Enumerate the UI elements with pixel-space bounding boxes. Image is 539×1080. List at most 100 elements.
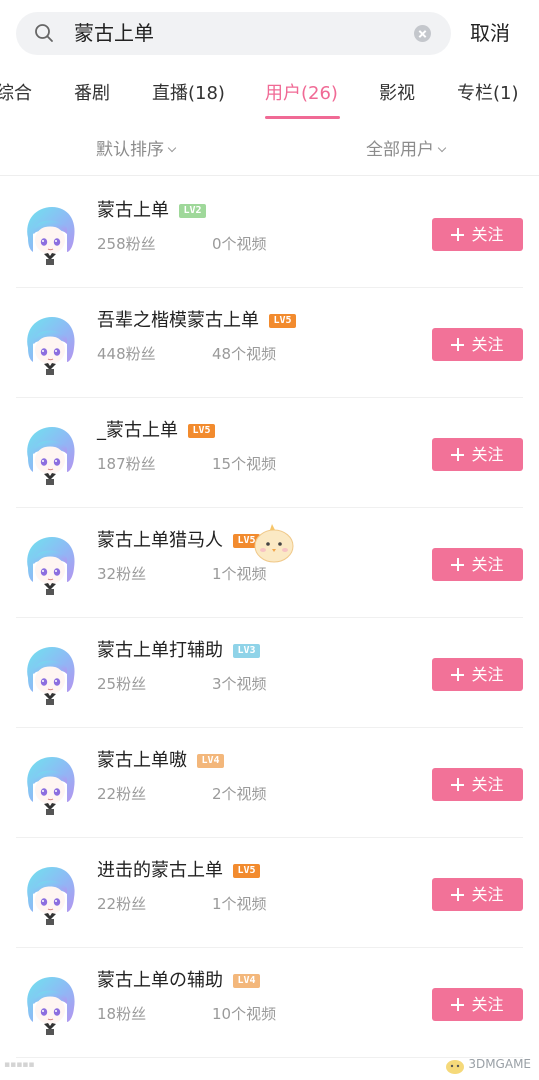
avatar[interactable] (22, 864, 78, 926)
follow-button[interactable]: 关注 (432, 438, 523, 471)
follow-button[interactable]: 关注 (432, 328, 523, 361)
video-count: 3个视频 (212, 675, 267, 693)
follow-button[interactable]: 关注 (432, 988, 523, 1021)
sort-dropdown[interactable]: 默认排序 (96, 126, 177, 174)
fans-count: 22粉丝 (97, 785, 147, 803)
search-input[interactable]: 蒙古上单 (74, 12, 154, 55)
fans-count: 448粉丝 (97, 345, 156, 363)
user-row[interactable]: _蒙古上单 LV5 187粉丝 15个视频 关注 (0, 398, 539, 508)
tab-comprehensive[interactable]: 综合 (0, 72, 32, 116)
fans-count: 32粉丝 (97, 565, 147, 583)
follow-button-label: 关注 (471, 335, 504, 354)
video-count: 48个视频 (212, 345, 277, 363)
user-row[interactable]: 吾辈之楷模蒙古上单 LV5 448粉丝 48个视频 关注 (0, 288, 539, 398)
plus-icon (451, 558, 465, 571)
chevron-down-icon (437, 143, 447, 153)
search-bar[interactable]: 蒙古上单 (16, 12, 451, 55)
fans-count: 258粉丝 (97, 235, 156, 253)
avatar[interactable] (22, 754, 78, 816)
level-badge: LV5 (233, 864, 260, 878)
follow-button-label: 关注 (471, 555, 504, 574)
user-row[interactable]: 蒙古上单 LV2 258粉丝 0个视频 关注 (0, 178, 539, 288)
plus-icon (451, 228, 465, 241)
user-row[interactable]: 进击的蒙古上单 LV5 22粉丝 1个视频 关注 (0, 838, 539, 948)
plus-icon (451, 998, 465, 1011)
watermark-logo-icon (446, 1060, 464, 1074)
user-row[interactable]: 蒙古上单嗷 LV4 22粉丝 2个视频 关注 (0, 728, 539, 838)
video-count: 0个视频 (212, 235, 267, 253)
follow-button-label: 关注 (471, 225, 504, 244)
username[interactable]: 蒙古上单の辅助 LV4 (97, 968, 260, 994)
follow-button[interactable]: 关注 (432, 768, 523, 801)
level-badge: LV5 (188, 424, 215, 438)
avatar[interactable] (22, 314, 78, 376)
username-text: 蒙古上单嗷 (97, 750, 187, 771)
user-row[interactable]: 蒙古上单の辅助 LV4 18粉丝 10个视频 关注 (0, 948, 539, 1058)
username[interactable]: 蒙古上单 LV2 (97, 198, 206, 224)
username[interactable]: 蒙古上单猎马人 LV5 (97, 528, 260, 554)
active-tab-indicator (265, 116, 340, 119)
follow-button[interactable]: 关注 (432, 878, 523, 911)
avatar[interactable] (22, 974, 78, 1036)
username-text: 吾辈之楷模蒙古上单 (97, 310, 259, 331)
fans-count: 18粉丝 (97, 1005, 147, 1023)
sort-label: 默认排序 (96, 140, 164, 160)
tab-film[interactable]: 影视 (379, 72, 415, 116)
search-tabs: 综合 番剧 直播(18) 用户(26) 影视 专栏(1) (0, 72, 539, 120)
username[interactable]: _蒙古上单 LV5 (97, 418, 215, 444)
search-icon (35, 24, 53, 42)
follow-button[interactable]: 关注 (432, 548, 523, 581)
user-type-label: 全部用户 (366, 140, 434, 160)
video-count: 15个视频 (212, 455, 277, 473)
follow-button-label: 关注 (471, 885, 504, 904)
cancel-button[interactable]: 取消 (470, 12, 510, 55)
follow-button[interactable]: 关注 (432, 218, 523, 251)
user-row[interactable]: 蒙古上单打辅助 LV3 25粉丝 3个视频 关注 (0, 618, 539, 728)
fans-count: 25粉丝 (97, 675, 147, 693)
video-count: 2个视频 (212, 785, 267, 803)
clear-icon[interactable] (414, 25, 431, 42)
plus-icon (451, 778, 465, 791)
tab-column[interactable]: 专栏(1) (457, 72, 519, 116)
follow-button-label: 关注 (471, 995, 504, 1014)
user-type-dropdown[interactable]: 全部用户 (366, 126, 447, 174)
username[interactable]: 蒙古上单嗷 LV4 (97, 748, 224, 774)
username-text: 进击的蒙古上单 (97, 860, 223, 881)
avatar[interactable] (22, 424, 78, 486)
username[interactable]: 吾辈之楷模蒙古上单 LV5 (97, 308, 296, 334)
filter-bar: 默认排序 全部用户 (0, 126, 539, 176)
follow-button-label: 关注 (471, 445, 504, 464)
level-badge: LV4 (233, 974, 260, 988)
follow-button-label: 关注 (471, 665, 504, 684)
username-text: 蒙古上单 (97, 200, 169, 221)
chevron-down-icon (167, 143, 177, 153)
level-badge: LV3 (233, 644, 260, 658)
username[interactable]: 进击的蒙古上单 LV5 (97, 858, 260, 884)
avatar[interactable] (22, 534, 78, 596)
video-count: 1个视频 (212, 565, 267, 583)
tab-live[interactable]: 直播(18) (152, 72, 225, 116)
avatar[interactable] (22, 644, 78, 706)
tab-bangumi[interactable]: 番剧 (74, 72, 110, 116)
tab-users[interactable]: 用户(26) (265, 72, 338, 116)
username-text: 蒙古上单猎马人 (97, 530, 223, 551)
chick-sticker-icon (254, 524, 294, 563)
username[interactable]: 蒙古上单打辅助 LV3 (97, 638, 260, 664)
level-badge: LV5 (269, 314, 296, 328)
follow-button[interactable]: 关注 (432, 658, 523, 691)
plus-icon (451, 338, 465, 351)
watermark-small-text: ▪▪▪▪▪ (4, 1060, 35, 1070)
follow-button-label: 关注 (471, 775, 504, 794)
level-badge: LV4 (197, 754, 224, 768)
plus-icon (451, 668, 465, 681)
username-text: 蒙古上单の辅助 (97, 970, 223, 991)
avatar[interactable] (22, 204, 78, 266)
watermark: 3DMGAME (468, 1057, 531, 1071)
fans-count: 187粉丝 (97, 455, 156, 473)
username-text: 蒙古上单打辅助 (97, 640, 223, 661)
user-row[interactable]: 蒙古上单猎马人 LV5 32粉丝 1个视频 关注 (0, 508, 539, 618)
video-count: 10个视频 (212, 1005, 277, 1023)
plus-icon (451, 888, 465, 901)
fans-count: 22粉丝 (97, 895, 147, 913)
username-text: _蒙古上单 (97, 420, 178, 441)
